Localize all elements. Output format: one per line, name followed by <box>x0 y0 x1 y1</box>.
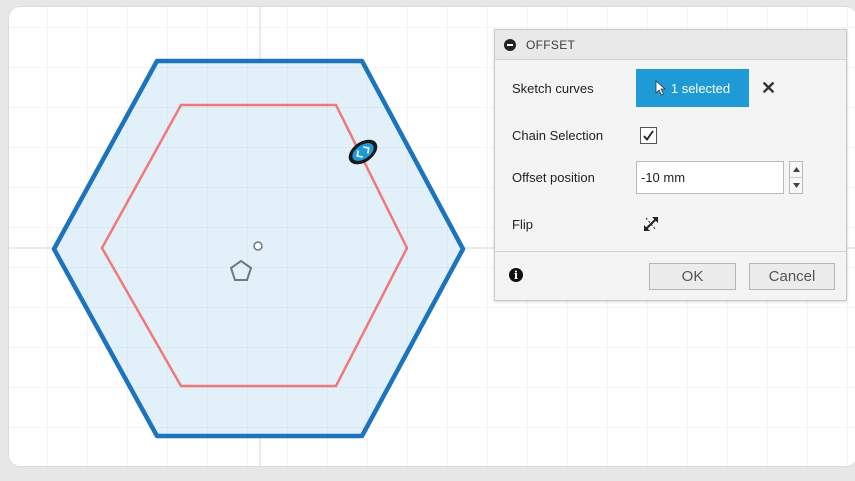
sketch-curves-selection-button[interactable]: 1 selected <box>636 69 749 107</box>
selection-count: 1 selected <box>670 80 731 96</box>
offset-position-input[interactable] <box>636 161 784 194</box>
ok-button[interactable]: OK <box>649 263 736 290</box>
dialog-footer: i OK Cancel <box>495 251 846 300</box>
cancel-button[interactable]: Cancel <box>749 263 835 290</box>
dialog-header: OFFSET <box>495 30 846 60</box>
info-icon[interactable]: i <box>509 268 523 282</box>
offset-position-row: Offset position <box>495 161 846 194</box>
chain-selection-label: Chain Selection <box>512 127 604 143</box>
offset-position-label: Offset position <box>512 170 595 185</box>
close-icon[interactable]: ✕ <box>761 69 776 107</box>
sketch-curves-label: Sketch curves <box>512 80 594 96</box>
offset-dialog: OFFSET Sketch curves 1 selected ✕ Chain … <box>494 29 847 301</box>
flip-icon[interactable] <box>642 215 660 233</box>
collapse-icon[interactable] <box>504 38 516 51</box>
checkmark-icon <box>643 129 654 141</box>
chain-selection-row: Chain Selection <box>495 123 846 147</box>
chain-selection-checkbox[interactable] <box>640 126 657 144</box>
sketch-curves-row: Sketch curves 1 selected ✕ <box>495 69 846 107</box>
flip-label: Flip <box>512 216 533 232</box>
dialog-title: OFFSET <box>526 37 576 52</box>
spinner-down-icon[interactable] <box>790 178 802 193</box>
offset-position-spinner <box>789 161 803 194</box>
spinner-up-icon[interactable] <box>790 162 802 178</box>
cursor-icon <box>655 80 666 96</box>
flip-row: Flip <box>495 212 846 236</box>
